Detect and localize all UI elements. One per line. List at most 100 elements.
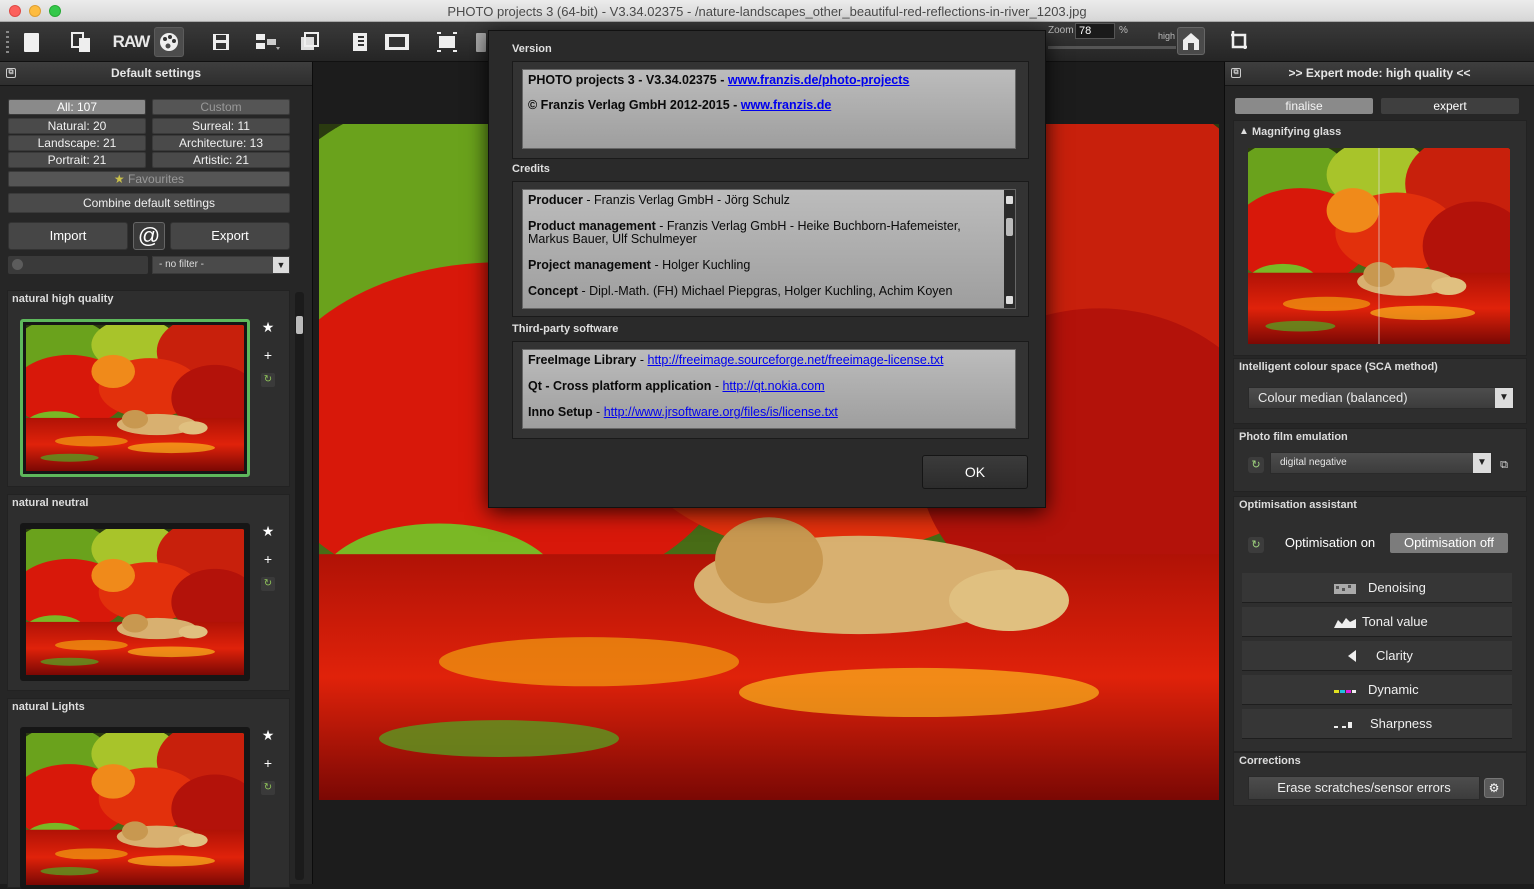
- optimisation-off-button[interactable]: Optimisation off: [1390, 533, 1508, 553]
- copy-icon[interactable]: [66, 27, 96, 57]
- category-all[interactable]: All: 107: [8, 99, 146, 115]
- palette-icon[interactable]: [154, 27, 184, 57]
- magnifying-glass-title: Magnifying glass: [1252, 126, 1342, 138]
- star-icon[interactable]: ★: [260, 523, 276, 540]
- version-box: PHOTO projects 3 - V3.34.02375 - www.fra…: [522, 69, 1016, 149]
- tool-label: Clarity: [1376, 648, 1413, 663]
- add-icon[interactable]: +: [260, 755, 276, 771]
- panel-detach-icon[interactable]: ⧉: [6, 68, 16, 78]
- quality-label: high: [1158, 31, 1176, 41]
- add-icon[interactable]: +: [260, 551, 276, 567]
- panel-detach-icon[interactable]: ⧉: [1231, 68, 1241, 78]
- license-link[interactable]: http://www.jrsoftware.org/files/is/licen…: [604, 405, 838, 419]
- expert-tab[interactable]: expert: [1381, 98, 1519, 114]
- erase-scratches-button[interactable]: Erase scratches/sensor errors: [1248, 776, 1480, 800]
- scroll-down-icon[interactable]: [1006, 296, 1013, 304]
- left-panel-title: Default settings: [110, 66, 201, 80]
- tool-tonal-value[interactable]: Tonal value: [1242, 607, 1512, 637]
- tool-sharpness[interactable]: Sharpness: [1242, 709, 1512, 739]
- license-link[interactable]: http://qt.nokia.com: [722, 379, 824, 393]
- crop-tool-icon[interactable]: [474, 27, 488, 57]
- tool-label: Sharpness: [1370, 716, 1433, 731]
- at-button[interactable]: @: [133, 222, 165, 250]
- film-settings-icon[interactable]: ⧉: [1496, 457, 1512, 473]
- gear-icon[interactable]: ⚙: [1484, 778, 1504, 798]
- export-button[interactable]: Export: [170, 222, 290, 250]
- refresh-icon[interactable]: ↻: [260, 777, 276, 795]
- favourites-button[interactable]: ★ Favourites: [8, 171, 290, 187]
- new-file-icon[interactable]: [16, 27, 46, 57]
- zoom-label: Zoom: [1048, 25, 1074, 36]
- compare-icon[interactable]: [380, 27, 414, 57]
- scrollbar-thumb[interactable]: [296, 316, 303, 334]
- category-natural[interactable]: Natural: 20: [8, 118, 146, 134]
- credit-role: Producer: [528, 193, 583, 207]
- flip-icon[interactable]: [432, 27, 462, 57]
- share-icon[interactable]: [294, 27, 324, 57]
- refresh-icon[interactable]: ↻: [1248, 457, 1264, 473]
- scrollbar-thumb[interactable]: [1006, 218, 1013, 236]
- product-link[interactable]: www.franzis.de/photo-projects: [728, 73, 910, 87]
- preset-thumbnail[interactable]: [20, 523, 250, 681]
- film-emulation-select[interactable]: digital negative ▼: [1270, 452, 1492, 474]
- tool-label: Denoising: [1368, 580, 1426, 595]
- filter-select[interactable]: - no filter - ▼: [152, 256, 290, 274]
- zoom-unit: %: [1119, 25, 1128, 36]
- software-name: FreeImage Library: [528, 353, 637, 367]
- layers-icon[interactable]: [346, 27, 376, 57]
- add-icon[interactable]: +: [260, 347, 276, 363]
- scroll-up-icon[interactable]: [1006, 196, 1013, 204]
- preset-thumbnail[interactable]: [20, 319, 250, 477]
- third-party-box: FreeImage Library - http://freeimage.sou…: [522, 349, 1016, 429]
- category-landscape[interactable]: Landscape: 21: [8, 135, 146, 151]
- star-icon: ★: [113, 172, 125, 186]
- house-icon[interactable]: [1177, 27, 1205, 55]
- star-icon[interactable]: ★: [260, 727, 276, 744]
- search-input[interactable]: [8, 256, 148, 274]
- publisher-link[interactable]: www.franzis.de: [741, 98, 832, 112]
- combine-default-settings-button[interactable]: Combine default settings: [8, 193, 290, 213]
- left-panel-header: ⧉ Default settings: [0, 62, 312, 86]
- version-text: PHOTO projects 3 - V3.34.02375 -: [528, 73, 728, 87]
- category-surreal[interactable]: Surreal: 11: [152, 118, 290, 134]
- preset-group: natural neutral ★ + ↻: [7, 494, 290, 691]
- preset-scrollbar[interactable]: [295, 292, 304, 880]
- export-icon[interactable]: [252, 27, 282, 57]
- separator: -: [711, 379, 723, 393]
- refresh-icon[interactable]: ↻: [260, 369, 276, 387]
- denoising-icon: [1334, 584, 1356, 594]
- license-link[interactable]: http://freeimage.sourceforge.net/freeima…: [648, 353, 944, 367]
- search-icon: [12, 259, 23, 270]
- tool-denoising[interactable]: Denoising: [1242, 573, 1512, 603]
- finalise-tab[interactable]: finalise: [1235, 98, 1373, 114]
- colour-space-select[interactable]: Colour median (balanced) ▼: [1248, 387, 1514, 409]
- tool-dynamic[interactable]: Dynamic: [1242, 675, 1512, 705]
- magnifying-glass-section: Magnifying glass ▲: [1233, 120, 1527, 356]
- ok-button[interactable]: OK: [922, 455, 1028, 489]
- credits-scrollbar[interactable]: [1004, 190, 1015, 308]
- category-artistic[interactable]: Artistic: 21: [152, 152, 290, 168]
- save-icon[interactable]: [206, 27, 236, 57]
- refresh-icon[interactable]: ↻: [260, 573, 276, 591]
- optimisation-on-button[interactable]: Optimisation on: [1274, 533, 1386, 553]
- star-icon[interactable]: ★: [260, 319, 276, 336]
- corrections-title: Corrections: [1239, 755, 1301, 767]
- dynamic-icon: [1334, 690, 1356, 693]
- rotate-icon[interactable]: [1225, 27, 1253, 55]
- preset-group: natural high quality ★ + ↻: [7, 290, 290, 487]
- category-architecture[interactable]: Architecture: 13: [152, 135, 290, 151]
- preset-title: natural high quality: [12, 293, 114, 305]
- import-button[interactable]: Import: [8, 222, 128, 250]
- credits-section-title: Credits: [512, 163, 550, 175]
- arrow-up-icon[interactable]: ▲: [1239, 126, 1249, 137]
- zoom-input[interactable]: 78: [1075, 23, 1115, 39]
- tool-clarity[interactable]: Clarity: [1242, 641, 1512, 671]
- preset-title: natural Lights: [12, 701, 85, 713]
- category-custom[interactable]: Custom: [152, 99, 290, 115]
- preset-thumbnail[interactable]: [20, 727, 250, 889]
- preset-group: natural Lights ★ + ↻: [7, 698, 290, 889]
- category-portrait[interactable]: Portrait: 21: [8, 152, 146, 168]
- raw-button[interactable]: RAW: [112, 27, 151, 57]
- zoom-slider[interactable]: [1048, 46, 1176, 49]
- refresh-icon[interactable]: ↻: [1248, 537, 1264, 553]
